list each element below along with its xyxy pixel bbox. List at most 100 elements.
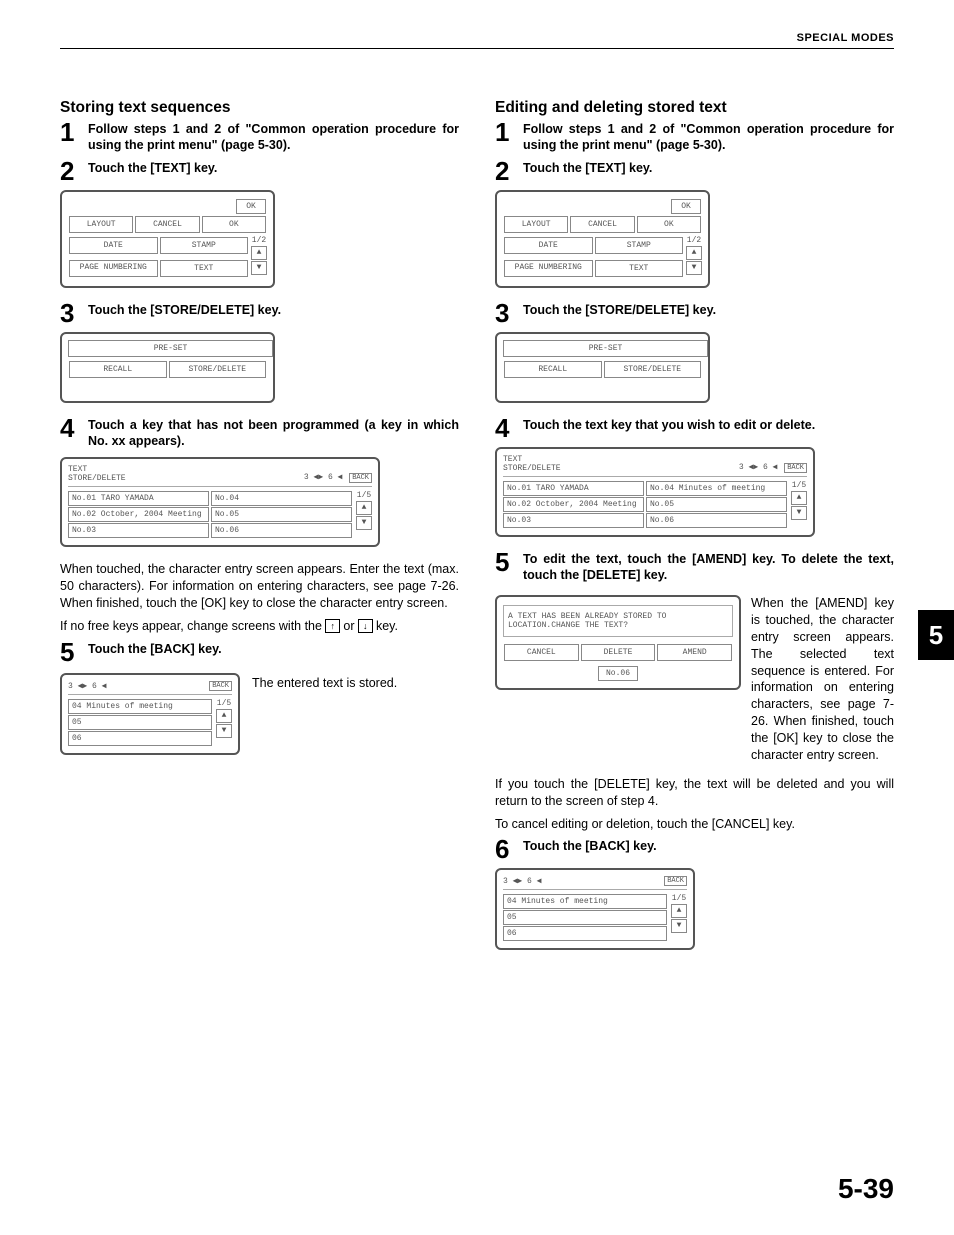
step-number: 4 — [495, 417, 517, 439]
back-button[interactable]: BACK — [349, 473, 372, 483]
store-delete-button[interactable]: STORE/DELETE — [169, 361, 267, 378]
list-item[interactable]: No.02 October, 2004 Meeting — [503, 497, 644, 512]
down-icon[interactable]: ▼ — [791, 506, 807, 520]
cancel-button[interactable]: CANCEL — [135, 216, 199, 233]
body-text: The entered text is stored. — [252, 675, 459, 692]
date-button[interactable]: DATE — [504, 237, 593, 254]
list-item[interactable]: No.06 — [646, 513, 787, 528]
recall-button[interactable]: RECALL — [504, 361, 602, 378]
back-button[interactable]: BACK — [209, 681, 232, 691]
step-text: Touch the [TEXT] key. — [88, 160, 459, 176]
step-number: 2 — [60, 160, 82, 182]
right-step-2: 2 Touch the [TEXT] key. — [495, 160, 894, 182]
text-button[interactable]: TEXT — [595, 260, 684, 277]
up-icon[interactable]: ▲ — [356, 501, 372, 515]
text: key. — [373, 619, 398, 633]
down-icon[interactable]: ▼ — [686, 261, 702, 275]
page-indicator: 1/5 — [672, 894, 686, 903]
list-item[interactable]: No.04 — [211, 491, 352, 506]
step-text: Touch the [STORE/DELETE] key. — [523, 302, 894, 318]
list-screen-left: TEXT STORE/DELETE 3 ◀▶ 6 ◀ BACK No.01 TA… — [60, 457, 380, 547]
back-button[interactable]: BACK — [664, 876, 687, 886]
list-item[interactable]: No.03 — [503, 513, 644, 528]
ok-button[interactable]: OK — [671, 199, 701, 214]
page-indicator: 1/5 — [357, 491, 371, 500]
down-icon[interactable]: ▼ — [216, 724, 232, 738]
list-item[interactable]: 04 Minutes of meeting — [503, 894, 667, 909]
up-icon[interactable]: ▲ — [251, 246, 267, 260]
stamp-button[interactable]: STAMP — [595, 237, 684, 254]
text-button[interactable]: TEXT — [160, 260, 249, 277]
columns: Storing text sequences 1 Follow steps 1 … — [60, 99, 894, 964]
stamp-button[interactable]: STAMP — [160, 237, 249, 254]
breadcrumb: STORE/DELETE — [68, 474, 126, 483]
amend-button[interactable]: AMEND — [657, 644, 732, 661]
list-item[interactable]: No.01 TARO YAMADA — [503, 481, 644, 496]
menu-screen: OK LAYOUT CANCEL OK DATE STAMP PAGE NUMB… — [60, 190, 275, 288]
page-indicator: 1/2 — [687, 236, 701, 245]
cancel-button[interactable]: CANCEL — [570, 216, 634, 233]
down-key-icon: ↓ — [358, 619, 373, 633]
back-screen: 3 ◀▶ 6 ◀ BACK 04 Minutes of meeting 05 0… — [60, 673, 240, 755]
page-numbering-button[interactable]: PAGE NUMBERING — [69, 260, 158, 277]
up-icon[interactable]: ▲ — [216, 709, 232, 723]
right-step-6: 6 Touch the [BACK] key. — [495, 838, 894, 860]
list-item[interactable]: No.05 — [646, 497, 787, 512]
date-button[interactable]: DATE — [69, 237, 158, 254]
list-item[interactable]: 05 — [68, 715, 212, 730]
list-item[interactable]: 05 — [503, 910, 667, 925]
confirm-dialog: A TEXT HAS BEEN ALREADY STORED TO LOCATI… — [495, 595, 741, 690]
page-number: 5-39 — [838, 1173, 894, 1205]
left-title: Storing text sequences — [60, 99, 459, 117]
step-text: Touch the [TEXT] key. — [523, 160, 894, 176]
ok-button[interactable]: OK — [637, 216, 701, 233]
preset-label: PRE-SET — [68, 340, 273, 357]
body-text: When the [AMEND] key is touched, the cha… — [751, 595, 894, 764]
right-step-1: 1 Follow steps 1 and 2 of "Common operat… — [495, 121, 894, 154]
up-icon[interactable]: ▲ — [671, 904, 687, 918]
layout-button[interactable]: LAYOUT — [504, 216, 568, 233]
step-text: Touch the [BACK] key. — [523, 838, 894, 854]
list-item[interactable]: No.03 — [68, 523, 209, 538]
text: or — [340, 619, 358, 633]
list-item[interactable]: 04 Minutes of meeting — [68, 699, 212, 714]
list-item[interactable]: No.04 Minutes of meeting — [646, 481, 787, 496]
ok-button[interactable]: OK — [202, 216, 266, 233]
step-text: Touch the text key that you wish to edit… — [523, 417, 894, 433]
left-column: Storing text sequences 1 Follow steps 1 … — [60, 99, 459, 964]
down-icon[interactable]: ▼ — [671, 919, 687, 933]
up-icon[interactable]: ▲ — [791, 491, 807, 505]
preset-screen: PRE-SET RECALL STORE/DELETE — [495, 332, 710, 403]
rule — [60, 48, 894, 49]
step-number: 5 — [60, 641, 82, 663]
recall-button[interactable]: RECALL — [69, 361, 167, 378]
up-key-icon: ↑ — [325, 619, 340, 633]
store-delete-button[interactable]: STORE/DELETE — [604, 361, 702, 378]
page-numbering-button[interactable]: PAGE NUMBERING — [504, 260, 593, 277]
back-screen: 3 ◀▶ 6 ◀ BACK 04 Minutes of meeting 05 0… — [495, 868, 695, 950]
step-number: 5 — [495, 551, 517, 573]
down-icon[interactable]: ▼ — [356, 516, 372, 530]
delete-button[interactable]: DELETE — [581, 644, 656, 661]
list-item[interactable]: No.01 TARO YAMADA — [68, 491, 209, 506]
list-item[interactable]: No.06 — [211, 523, 352, 538]
text: If no free keys appear, change screens w… — [60, 619, 325, 633]
slot-label: No.06 — [598, 666, 638, 681]
list-item[interactable]: 06 — [503, 926, 667, 941]
right-step-3: 3 Touch the [STORE/DELETE] key. — [495, 302, 894, 324]
up-icon[interactable]: ▲ — [686, 246, 702, 260]
down-icon[interactable]: ▼ — [251, 261, 267, 275]
list-item[interactable]: No.02 October, 2004 Meeting — [68, 507, 209, 522]
ok-button[interactable]: OK — [236, 199, 266, 214]
list-item[interactable]: No.05 — [211, 507, 352, 522]
scroll: 1/2 ▲ ▼ — [686, 236, 702, 280]
nav-indicator: 3 ◀▶ 6 ◀ — [304, 473, 342, 482]
step-number: 1 — [495, 121, 517, 143]
step-number: 3 — [60, 302, 82, 324]
list-item[interactable]: 06 — [68, 731, 212, 746]
cancel-button[interactable]: CANCEL — [504, 644, 579, 661]
layout-button[interactable]: LAYOUT — [69, 216, 133, 233]
step-text: Touch the [BACK] key. — [88, 641, 459, 657]
back-button[interactable]: BACK — [784, 463, 807, 473]
scroll: 1/2 ▲ ▼ — [251, 236, 267, 280]
